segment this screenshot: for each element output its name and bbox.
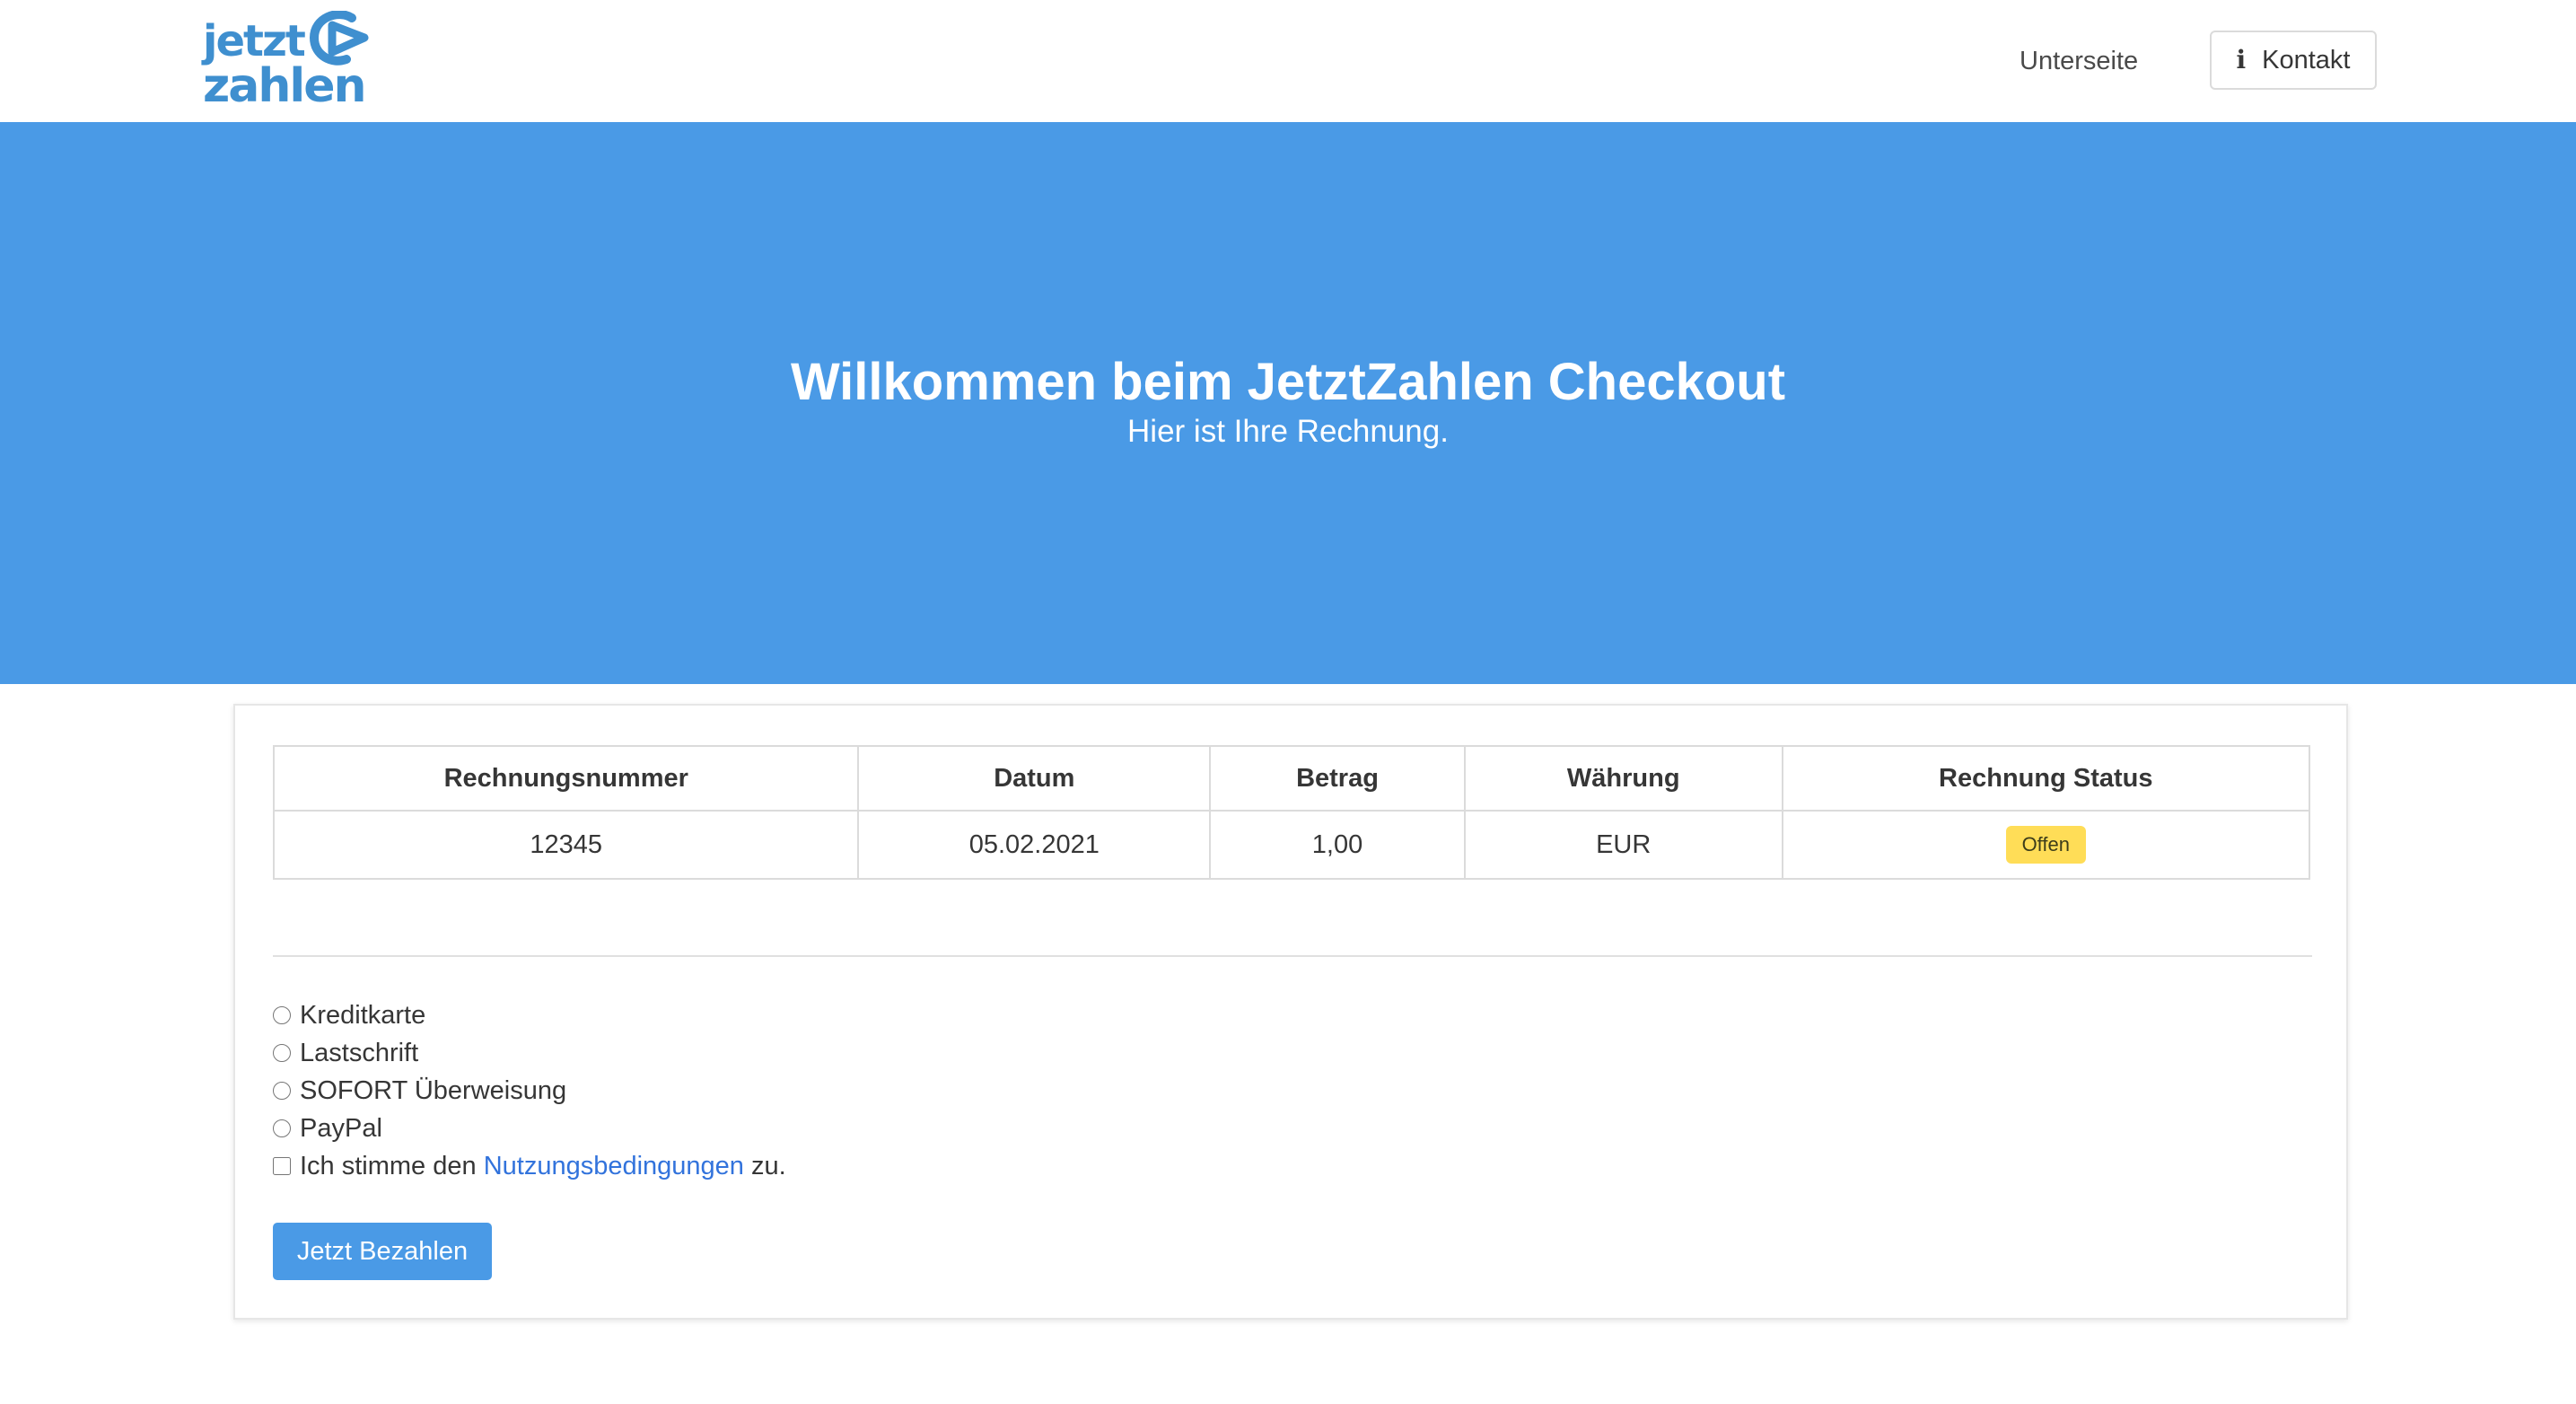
contact-button-label: Kontakt <box>2262 45 2351 75</box>
status-badge: Offen <box>2005 826 2086 864</box>
table-header-row: Rechnungsnummer Datum Betrag Währung Rec… <box>272 745 2311 812</box>
cell-currency: EUR <box>1463 810 1783 880</box>
radio-sofort[interactable] <box>273 1082 291 1100</box>
contact-button[interactable]: i Kontakt <box>2210 31 2377 90</box>
nav-link-unterseite[interactable]: Unterseite <box>2020 41 2138 81</box>
table-row: 12345 05.02.2021 1,00 EUR Offen <box>272 810 2311 880</box>
pay-now-button[interactable]: Jetzt Bezahlen <box>273 1223 492 1280</box>
cell-amount: 1,00 <box>1209 810 1466 880</box>
terms-checkbox[interactable] <box>273 1157 291 1175</box>
checkout-card: Rechnungsnummer Datum Betrag Währung Rec… <box>233 704 2348 1320</box>
option-label: PayPal <box>300 1113 382 1143</box>
cell-invoice-number: 12345 <box>272 810 860 880</box>
invoice-table: Rechnungsnummer Datum Betrag Währung Rec… <box>272 745 2311 880</box>
option-label: Kreditkarte <box>300 1000 426 1030</box>
cell-status: Offen <box>1781 810 2311 880</box>
logo-text-line2: zahlen <box>203 59 366 113</box>
header-invoice-number: Rechnungsnummer <box>272 745 860 812</box>
info-icon: i <box>2236 45 2247 75</box>
payment-method-form: Kreditkarte Lastschrift SOFORT Überweisu… <box>273 996 786 1185</box>
terms-suffix: zu. <box>743 1151 786 1180</box>
header-date: Datum <box>857 745 1212 812</box>
header-status: Rechnung Status <box>1781 745 2311 812</box>
terms-link[interactable]: Nutzungsbedingungen <box>484 1152 744 1181</box>
logo-play-icon <box>309 11 369 66</box>
option-label: SOFORT Überweisung <box>300 1075 567 1105</box>
radio-paypal[interactable] <box>273 1119 291 1137</box>
option-paypal[interactable]: PayPal <box>273 1110 786 1147</box>
option-sofort[interactable]: SOFORT Überweisung <box>273 1072 786 1110</box>
header-amount: Betrag <box>1209 745 1466 812</box>
terms-prefix: Ich stimme den <box>300 1151 484 1180</box>
hero-banner: Willkommen beim JetztZahlen Checkout Hie… <box>0 122 2576 684</box>
jetztzahlen-logo[interactable]: jetzt zahlen <box>203 11 373 111</box>
header-currency: Währung <box>1463 745 1783 812</box>
option-label: Lastschrift <box>300 1038 419 1067</box>
hero-title: Willkommen beim JetztZahlen Checkout <box>790 353 1786 411</box>
cell-date: 05.02.2021 <box>857 810 1212 880</box>
divider <box>273 955 2312 957</box>
navbar: jetzt zahlen Unterseite i Kontakt <box>0 0 2576 122</box>
option-kreditkarte[interactable]: Kreditkarte <box>273 996 786 1034</box>
terms-row: Ich stimme den Nutzungsbedingungen zu. <box>273 1147 786 1185</box>
option-lastschrift[interactable]: Lastschrift <box>273 1034 786 1072</box>
hero-subtitle: Hier ist Ihre Rechnung. <box>1127 414 1449 449</box>
radio-lastschrift[interactable] <box>273 1044 291 1062</box>
radio-kreditkarte[interactable] <box>273 1006 291 1024</box>
logo-text-line1: jetzt <box>203 16 306 66</box>
